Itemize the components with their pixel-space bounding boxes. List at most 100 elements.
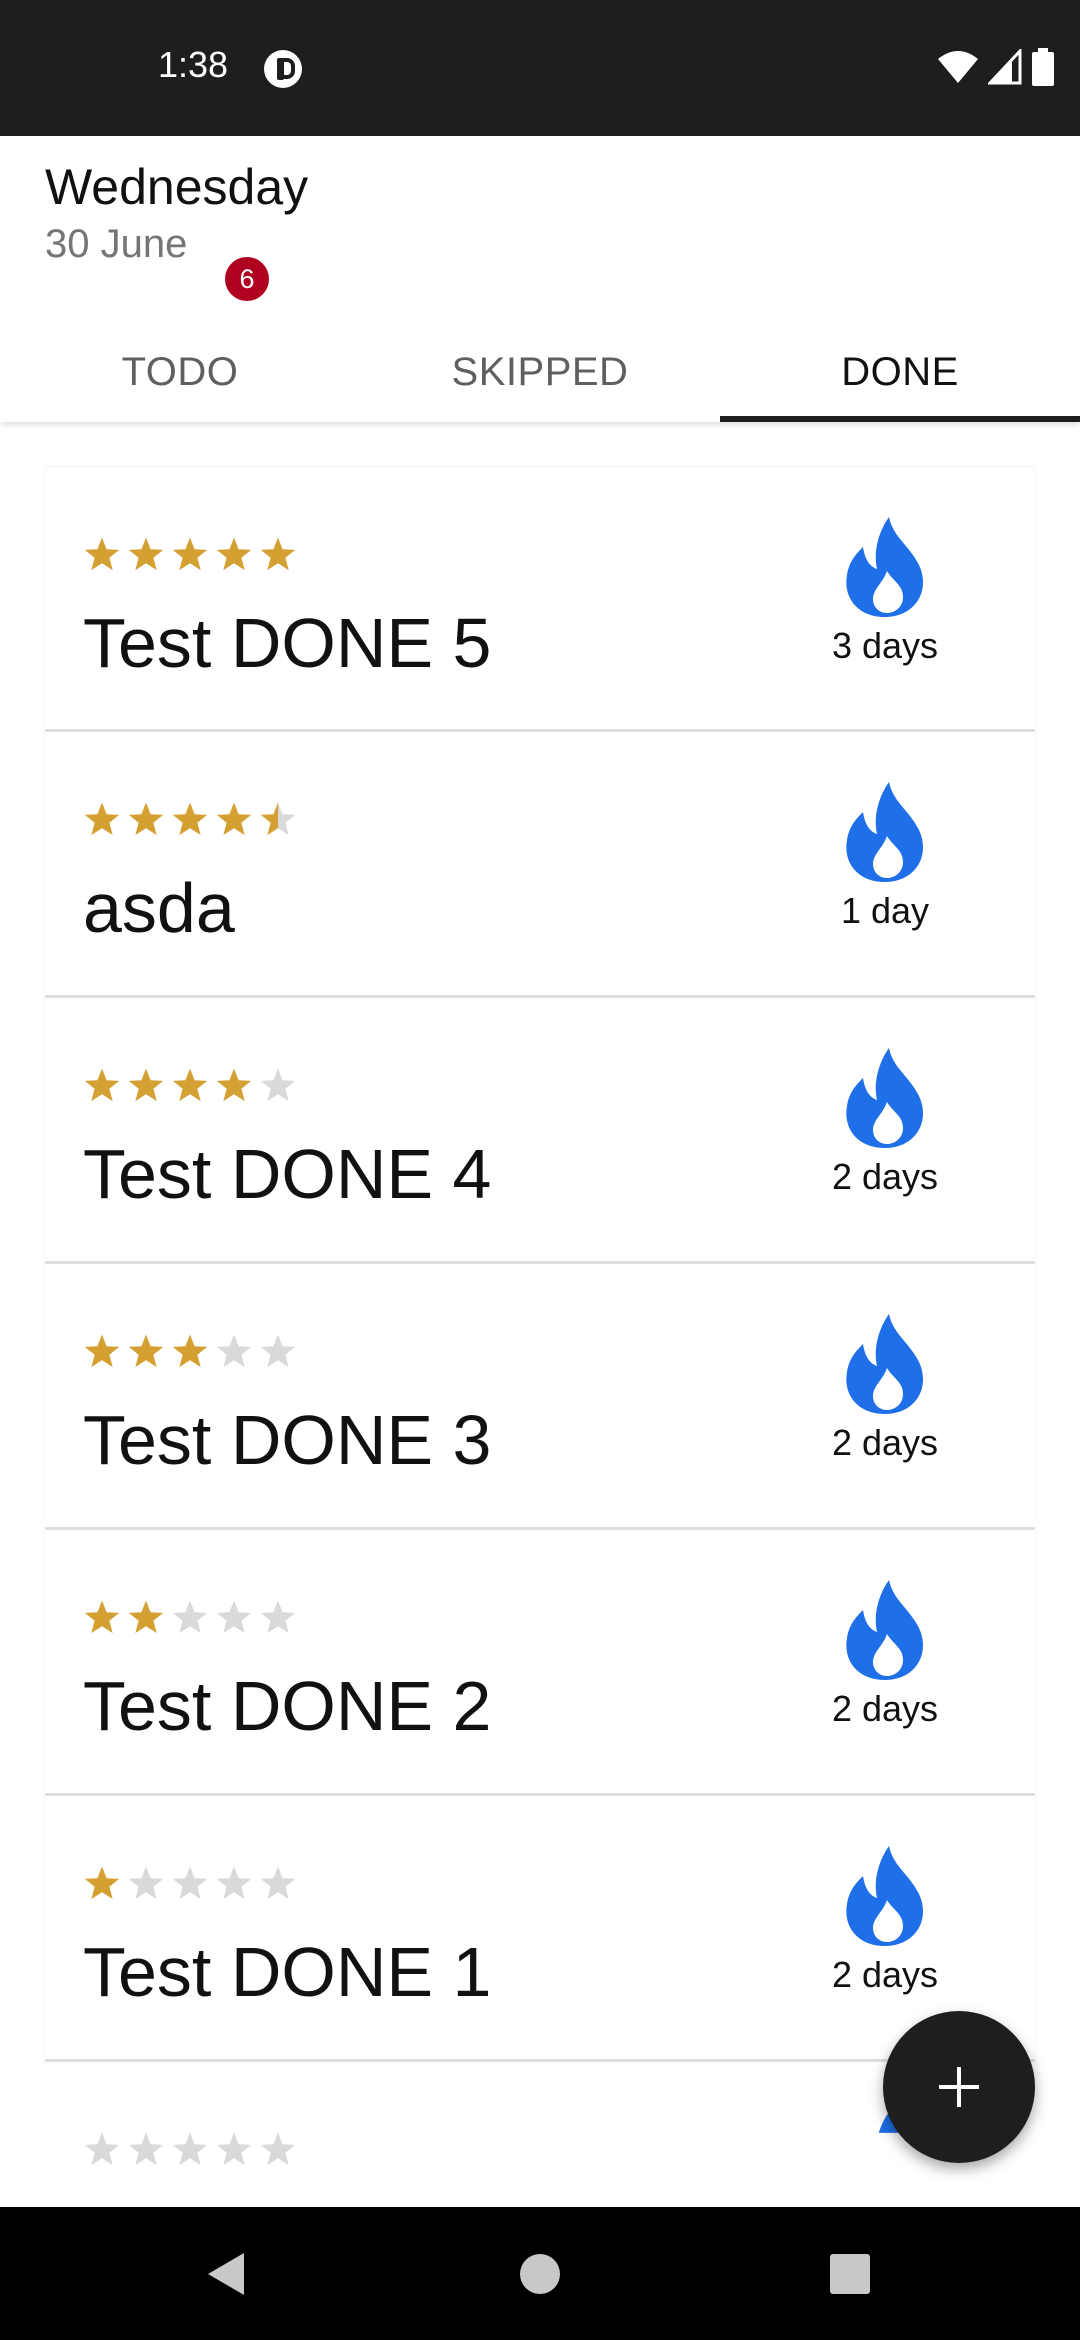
rating-stars (83, 2130, 297, 2168)
tab-bar: TODO SKIPPED DONE (0, 322, 1080, 422)
star-icon (216, 1334, 252, 1368)
back-icon (208, 2252, 244, 2295)
flame-icon (846, 1048, 924, 1148)
star-icon (216, 1866, 252, 1900)
streak-indicator: 2 days (805, 1578, 965, 1758)
star-icon (216, 802, 252, 836)
habit-card[interactable]: asda 1 day (45, 732, 1035, 998)
streak-label: 1 day (840, 890, 930, 931)
habit-title: Test DONE 4 (83, 1135, 492, 1213)
flame-icon (846, 1580, 924, 1680)
star-icon (260, 1334, 296, 1368)
star-icon (84, 802, 120, 836)
star-icon (260, 1600, 296, 1634)
star-icon (260, 2132, 296, 2166)
habit-title: Test DONE 5 (83, 604, 492, 682)
habit-title: asda (83, 869, 235, 947)
star-icon (128, 2132, 164, 2166)
flame-icon (846, 1314, 924, 1414)
rating-stars (83, 1864, 297, 1902)
star-icon (84, 1334, 120, 1368)
cellular-signal-icon (988, 49, 1022, 85)
habit-card[interactable]: Test DONE 3 2 days (45, 1264, 1035, 1530)
tab-done-label: DONE (841, 349, 959, 394)
tab-done[interactable]: DONE (720, 322, 1080, 422)
star-icon (128, 1068, 164, 1102)
habit-card[interactable]: Test DONE 4 2 days (45, 998, 1035, 1264)
star-icon (84, 1068, 120, 1102)
battery-icon (1032, 48, 1054, 86)
star-icon (172, 1334, 208, 1368)
flame-icon (846, 782, 924, 882)
star-icon (260, 1068, 296, 1102)
rating-stars (83, 1332, 297, 1370)
flame-icon (846, 517, 924, 617)
app-header: Wednesday 30 June TODO SKIPPED DONE 6 (0, 136, 1080, 422)
star-icon (84, 1600, 120, 1634)
star-icon (216, 1600, 252, 1634)
tab-todo[interactable]: TODO (0, 322, 360, 422)
habit-card[interactable]: Test DONE 1 2 days (45, 1796, 1035, 2062)
nav-back-button[interactable] (166, 2207, 286, 2340)
streak-indicator: 2 days (805, 1312, 965, 1492)
star-icon (128, 802, 164, 836)
rating-stars (83, 1066, 297, 1104)
star-icon (260, 802, 296, 836)
star-icon (128, 1600, 164, 1634)
done-list: Test DONE 5 3 days asda 1 day Test DONE … (45, 466, 1035, 2182)
nav-home-button[interactable] (480, 2207, 600, 2340)
star-icon (172, 1600, 208, 1634)
star-icon (172, 1068, 208, 1102)
star-icon (216, 537, 252, 571)
rating-stars (83, 800, 297, 838)
streak-label: 2 days (831, 1954, 939, 1995)
star-icon (216, 1068, 252, 1102)
streak-indicator: 2 days (805, 1046, 965, 1226)
habit-title: Test DONE 3 (83, 1401, 492, 1479)
todo-count-badge: 6 (225, 257, 269, 301)
wifi-icon (938, 51, 978, 83)
habit-card[interactable]: Test DONE 5 3 days (45, 466, 1035, 732)
streak-label: 3 days (831, 625, 939, 666)
star-icon (128, 537, 164, 571)
status-icons (938, 48, 1054, 86)
nav-recents-button[interactable] (790, 2207, 910, 2340)
star-icon (128, 1334, 164, 1368)
app-notification-icon (264, 50, 302, 88)
tab-todo-label: TODO (121, 349, 239, 394)
streak-label: 2 days (831, 1156, 939, 1197)
star-icon (84, 2132, 120, 2166)
home-icon (520, 2253, 560, 2294)
streak-indicator: 3 days (805, 515, 965, 695)
status-time: 1:38 (158, 44, 229, 85)
star-icon (172, 2132, 208, 2166)
streak-label: 2 days (831, 1422, 939, 1463)
tab-skipped-label: SKIPPED (451, 349, 629, 394)
star-icon (172, 802, 208, 836)
star-icon (128, 1866, 164, 1900)
star-icon (84, 1866, 120, 1900)
system-nav-bar (0, 2207, 1080, 2340)
habit-title: Test DONE 1 (83, 1933, 492, 2011)
plus-icon (939, 2067, 979, 2107)
star-icon (84, 537, 120, 571)
day-name: Wednesday (45, 159, 309, 215)
star-icon (172, 537, 208, 571)
star-icon (260, 1866, 296, 1900)
flame-icon (846, 1846, 924, 1946)
rating-stars (83, 535, 297, 573)
recents-icon (830, 2253, 870, 2294)
date-text: 30 June (45, 222, 188, 266)
streak-indicator: 2 days (805, 1844, 965, 2024)
status-bar: 1:38 (0, 0, 1080, 136)
streak-indicator: 1 day (805, 780, 965, 960)
star-icon (172, 1866, 208, 1900)
streak-label: 2 days (831, 1688, 939, 1729)
star-icon (216, 2132, 252, 2166)
rating-stars (83, 1598, 297, 1636)
tab-skipped[interactable]: SKIPPED (360, 322, 720, 422)
habit-title: Test DONE 2 (83, 1667, 492, 1745)
habit-card[interactable]: Test DONE 2 2 days (45, 1530, 1035, 1796)
add-habit-button[interactable] (883, 2011, 1035, 2163)
star-icon (260, 537, 296, 571)
